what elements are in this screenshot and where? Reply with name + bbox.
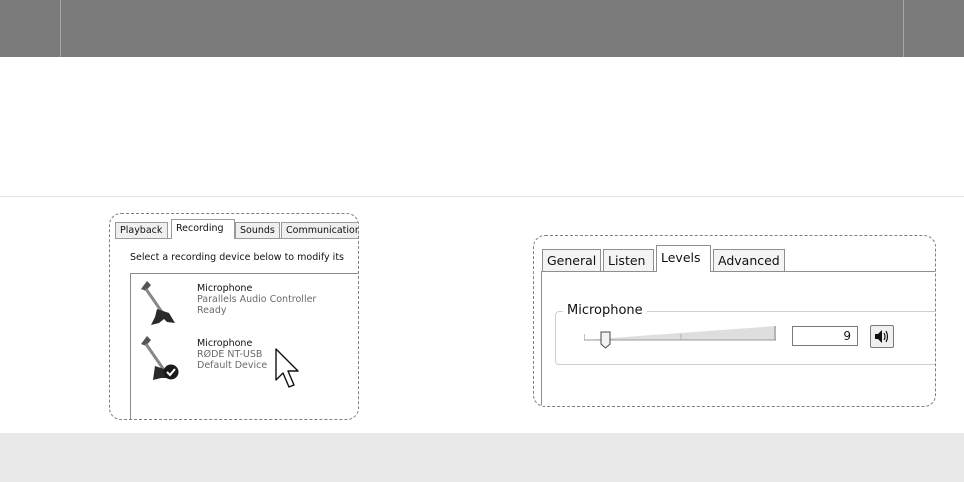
banner-divider-left: [60, 0, 61, 57]
tab-baseline: [115, 238, 358, 239]
tab-baseline: [541, 271, 935, 272]
tab-content-border: [541, 271, 542, 406]
checkmark-icon: [163, 364, 179, 380]
microphone-properties-panel: General Listen Levels Advanced Microphon…: [533, 235, 936, 407]
microphone-icon: [141, 281, 175, 325]
mouse-cursor-icon: [275, 348, 299, 388]
tab-playback[interactable]: Playback: [115, 222, 168, 238]
level-value-field[interactable]: 9: [792, 326, 858, 346]
recording-devices-panel: Playback Recording Sounds Communications…: [109, 213, 359, 420]
speaker-icon: [875, 330, 889, 343]
level-slider-thumb[interactable]: [600, 331, 611, 349]
tab-general[interactable]: General: [542, 249, 601, 271]
device-list[interactable]: Microphone Parallels Audio Controller Re…: [130, 273, 358, 419]
tab-sounds[interactable]: Sounds: [235, 222, 280, 238]
tab-communications[interactable]: Communications: [281, 222, 358, 238]
device-status: Default Device: [197, 360, 268, 371]
tab-recording[interactable]: Recording: [171, 219, 235, 239]
device-controller: Parallels Audio Controller: [197, 294, 317, 305]
device-item[interactable]: Microphone RØDE NT-USB Default Device: [131, 334, 358, 384]
section-divider: [0, 196, 964, 197]
device-name: Microphone: [197, 283, 253, 294]
level-group-label: Microphone: [563, 303, 647, 319]
top-banner: [0, 0, 964, 57]
bottom-band: [0, 433, 964, 482]
device-status: Ready: [197, 305, 227, 316]
tab-listen[interactable]: Listen: [603, 249, 654, 271]
instruction-text: Select a recording device below to modif…: [130, 252, 344, 263]
level-slider-track[interactable]: [584, 324, 776, 344]
tab-levels[interactable]: Levels: [656, 245, 711, 272]
banner-divider-right: [903, 0, 904, 57]
mute-toggle-button[interactable]: [870, 325, 894, 348]
tab-advanced[interactable]: Advanced: [713, 249, 785, 271]
device-item[interactable]: Microphone Parallels Audio Controller Re…: [131, 279, 358, 329]
device-name: Microphone: [197, 338, 253, 349]
device-controller: RØDE NT-USB: [197, 349, 263, 360]
